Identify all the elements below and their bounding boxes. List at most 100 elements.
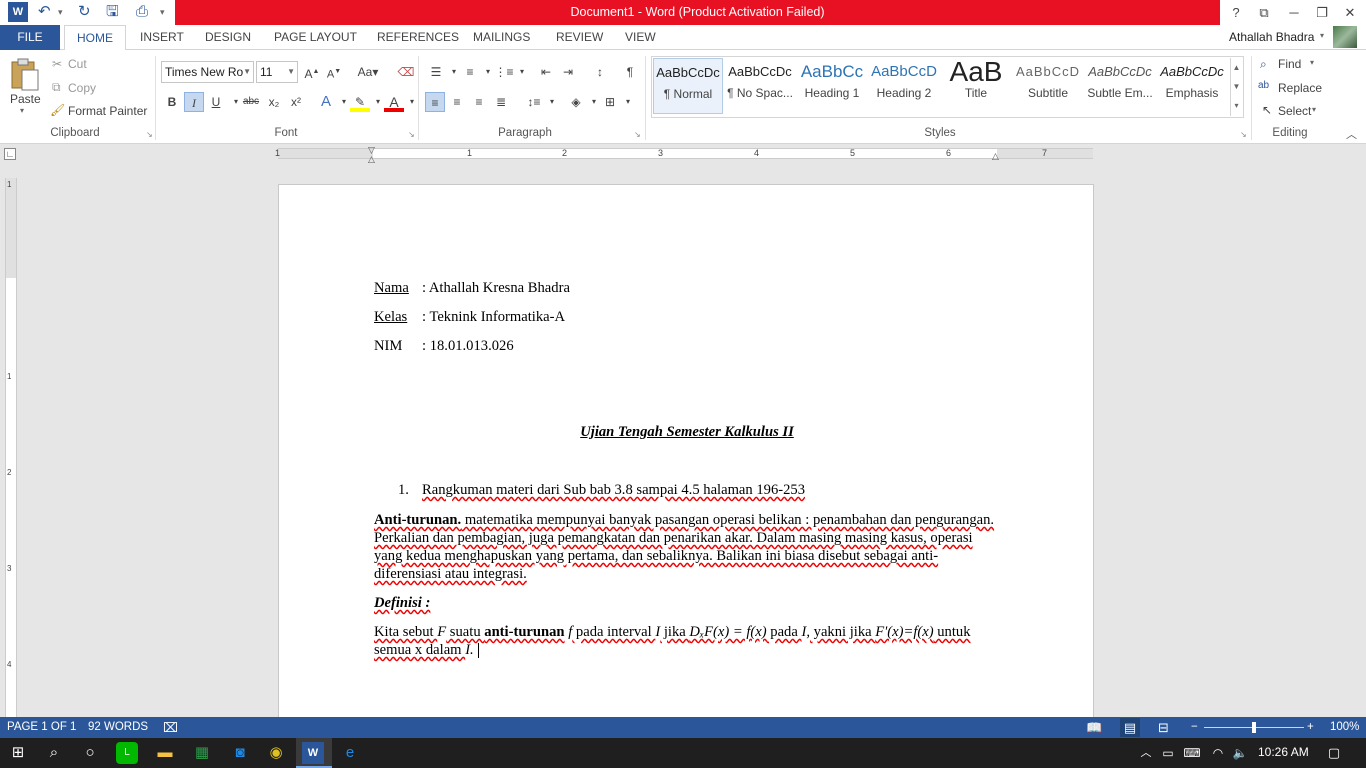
style-no-spacing[interactable]: AaBbCcDc ¶ No Spac...	[725, 58, 795, 114]
minimize-button[interactable]: ─	[1280, 0, 1308, 25]
underline-button[interactable]: U	[206, 92, 226, 112]
style-heading-2[interactable]: AaBbCcD Heading 2	[869, 58, 939, 114]
font-launcher-icon[interactable]: ↘	[408, 130, 415, 139]
save-icon[interactable]: 🖫	[106, 2, 119, 22]
zoom-out-button[interactable]: −	[1191, 717, 1198, 738]
style-heading-1[interactable]: AaBbCc Heading 1	[797, 58, 867, 114]
styles-scroll[interactable]: ▲ ▼ ▾	[1230, 58, 1242, 116]
edge-icon[interactable]: e	[338, 741, 362, 765]
tab-mailings[interactable]: MAILINGS	[461, 25, 542, 50]
justify-icon[interactable]: ≣	[491, 92, 511, 112]
zoom-level[interactable]: 100%	[1330, 717, 1359, 738]
read-mode-icon[interactable]: 📖	[1086, 717, 1102, 738]
clipboard-launcher-icon[interactable]: ↘	[146, 130, 153, 139]
strikethrough-button[interactable]: abc	[240, 92, 262, 112]
style-subtitle[interactable]: AaBbCcD Subtitle	[1013, 58, 1083, 114]
restore-button[interactable]: ❐	[1308, 0, 1336, 25]
font-name-combo[interactable]: Times New Ro ▼	[161, 61, 254, 83]
chevron-down-icon[interactable]: ▾	[618, 92, 638, 112]
format-painter-button[interactable]: Format Painter	[68, 104, 147, 118]
tab-design[interactable]: DESIGN	[193, 25, 263, 50]
font-color-icon[interactable]: A	[384, 92, 404, 112]
tab-view[interactable]: VIEW	[613, 25, 668, 50]
highlight-color-icon[interactable]: ✎	[350, 92, 370, 112]
document-page[interactable]: Nama: Athallah Kresna Bhadra Kelas: Tekn…	[278, 184, 1094, 718]
italic-button[interactable]: I	[184, 92, 204, 112]
web-layout-icon[interactable]: ⊟	[1158, 717, 1169, 738]
right-indent-marker[interactable]: △	[992, 151, 999, 162]
tab-home[interactable]: HOME	[64, 25, 126, 51]
clock[interactable]: 10:26 AM	[1258, 745, 1309, 759]
increase-indent-icon[interactable]: ⇥	[558, 62, 578, 82]
grow-font-icon[interactable]: A▲	[302, 62, 322, 82]
chevron-down-icon[interactable]: ▾	[402, 92, 422, 112]
keyboard-icon[interactable]: ⌨	[1180, 741, 1204, 765]
hanging-indent-marker[interactable]: △	[368, 154, 375, 165]
redo-icon[interactable]: ↻	[78, 2, 91, 22]
search-icon[interactable]: ⌕	[42, 741, 66, 765]
align-center-icon[interactable]: ≡	[447, 92, 467, 112]
font-size-combo[interactable]: 11 ▼	[256, 61, 298, 83]
show-hidden-icons-icon[interactable]: ︿	[1134, 741, 1158, 765]
change-case-icon[interactable]: Aa▾	[354, 62, 382, 82]
print-layout-icon[interactable]: ▤	[1120, 718, 1140, 737]
avatar[interactable]	[1333, 26, 1357, 48]
replace-button[interactable]: Replace	[1278, 81, 1322, 95]
decrease-indent-icon[interactable]: ⇤	[536, 62, 556, 82]
undo-icon[interactable]: ↶	[38, 2, 51, 22]
battery-icon[interactable]: ▭	[1156, 741, 1180, 765]
paste-button[interactable]: Paste	[10, 92, 41, 106]
chevron-down-icon[interactable]: ▾	[1312, 105, 1316, 114]
find-button[interactable]: Find	[1278, 57, 1301, 71]
show-formatting-icon[interactable]: ¶	[620, 62, 640, 82]
sort-icon[interactable]: ↕	[590, 62, 610, 82]
paragraph-launcher-icon[interactable]: ↘	[634, 130, 641, 139]
multilevel-list-icon[interactable]: ⋮≡	[494, 62, 514, 82]
style-subtle-emphasis[interactable]: AaBbCcDc Subtle Em...	[1085, 58, 1155, 114]
style-normal[interactable]: AaBbCcDc ¶ Normal	[653, 58, 723, 114]
user-name[interactable]: Athallah Bhadra	[1229, 30, 1314, 44]
proofing-icon[interactable]: ⌧	[163, 717, 178, 738]
cut-button[interactable]: Cut	[68, 57, 87, 71]
zoom-in-button[interactable]: +	[1307, 717, 1314, 738]
user-dropdown-icon[interactable]: ▾	[1320, 31, 1324, 40]
style-title[interactable]: AaB Title	[941, 58, 1011, 114]
cortana-icon[interactable]: ○	[78, 741, 102, 765]
ruler-bar[interactable]	[278, 148, 1093, 159]
word-count[interactable]: 92 WORDS	[88, 717, 148, 738]
bullets-icon[interactable]: ☰	[426, 62, 446, 82]
close-button[interactable]: ✕	[1336, 0, 1364, 25]
line-app-icon[interactable]: L	[116, 742, 138, 764]
line-spacing-icon[interactable]: ↕≡	[524, 92, 544, 112]
chevron-down-icon[interactable]: ▾	[1310, 58, 1314, 67]
undo-dropdown-icon[interactable]: ▾	[58, 2, 63, 22]
text-effects-icon[interactable]: A	[316, 92, 336, 112]
chrome-icon[interactable]: ◉	[264, 741, 288, 765]
tab-file[interactable]: FILE	[0, 25, 60, 50]
paste-dropdown-icon[interactable]: ▾	[20, 106, 24, 115]
tab-review[interactable]: REVIEW	[544, 25, 615, 50]
page-count[interactable]: PAGE 1 OF 1	[7, 717, 76, 738]
copy-button[interactable]: Copy	[68, 81, 96, 95]
help-button[interactable]: ?	[1222, 0, 1250, 25]
action-center-icon[interactable]: ▢	[1322, 741, 1346, 765]
zoom-slider-thumb[interactable]	[1252, 722, 1256, 733]
align-right-icon[interactable]: ≡	[469, 92, 489, 112]
shrink-font-icon[interactable]: A▼	[324, 62, 344, 82]
styles-launcher-icon[interactable]: ↘	[1240, 130, 1247, 139]
tab-page-layout[interactable]: PAGE LAYOUT	[262, 25, 369, 50]
collapse-ribbon-icon[interactable]: ︿	[1346, 126, 1357, 142]
paste-icon[interactable]	[8, 56, 42, 92]
tab-insert[interactable]: INSERT	[128, 25, 196, 50]
shading-icon[interactable]: ◈	[566, 92, 586, 112]
subscript-button[interactable]: x₂	[264, 92, 284, 112]
bold-button[interactable]: B	[162, 92, 182, 112]
windows-start-icon[interactable]: ⊞	[6, 741, 30, 765]
chevron-down-icon[interactable]: ▾	[542, 92, 562, 112]
word-logo-icon[interactable]: W	[8, 2, 28, 22]
word-icon[interactable]: W	[302, 742, 324, 764]
outlook-icon[interactable]: ◙	[228, 741, 252, 765]
align-left-icon[interactable]: ≡	[425, 92, 445, 112]
superscript-button[interactable]: x²	[286, 92, 306, 112]
volume-icon[interactable]: 🔈	[1228, 741, 1252, 765]
